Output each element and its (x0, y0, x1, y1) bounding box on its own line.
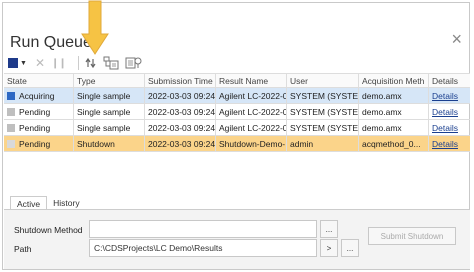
pointer-arrow-icon (80, 0, 110, 56)
type-cell: Shutdown (74, 136, 145, 151)
state-indicator-icon (7, 91, 15, 100)
state-text: Pending (19, 138, 51, 149)
column-header-state[interactable]: State (4, 74, 74, 87)
shutdown-method-label: Shutdown Method (14, 225, 83, 235)
user-cell: admin (287, 136, 359, 151)
details-link[interactable]: Details (432, 139, 458, 149)
shutdown-method-field[interactable] (89, 220, 317, 238)
acquisition-method-cell: demo.amx (359, 104, 429, 119)
state-cell: Acquiring (4, 88, 74, 103)
state-indicator-icon (7, 123, 15, 132)
column-header-user[interactable]: User (287, 74, 359, 87)
details-link[interactable]: Details (432, 123, 458, 133)
run-queue-grid: State Type Submission Time Result Name U… (4, 73, 470, 152)
state-indicator-icon (7, 139, 15, 148)
details-cell: Details (429, 104, 470, 119)
type-cell: Single sample (74, 120, 145, 135)
acquisition-method-cell: acqmethod_0... (359, 136, 429, 151)
path-next-button[interactable]: > (320, 239, 338, 257)
state-cell: Pending (4, 136, 74, 151)
user-cell: SYSTEM (SYSTEM) (287, 104, 359, 119)
details-link[interactable]: Details (432, 107, 458, 117)
acquisition-method-cell: demo.amx (359, 88, 429, 103)
details-cell: Details (429, 136, 470, 151)
path-browse-button[interactable]: ... (341, 239, 359, 257)
state-cell: Pending (4, 104, 74, 119)
table-row[interactable]: Acquiring Single sample 2022-03-03 09:24… (4, 88, 470, 104)
submit-shutdown-button[interactable]: Submit Shutdown (368, 227, 456, 245)
grid-header: State Type Submission Time Result Name U… (4, 73, 470, 88)
result-name-cell: Agilent LC-2022-0 (216, 120, 287, 135)
queue-structure-icon[interactable] (103, 55, 119, 71)
result-name-cell: Shutdown-Demo- (216, 136, 287, 151)
dropdown-caret-icon[interactable]: ▼ (20, 55, 27, 71)
table-row[interactable]: Pending Single sample 2022-03-03 09:24: … (4, 104, 470, 120)
details-cell: Details (429, 120, 470, 135)
toolbar-separator (77, 56, 79, 70)
details-cell: Details (429, 88, 470, 103)
move-up-icon[interactable] (85, 55, 97, 71)
toolbar: ▼ ✕ ❙❙ (8, 54, 149, 72)
state-indicator-icon (7, 107, 15, 116)
column-header-result-name[interactable]: Result Name (216, 74, 287, 87)
run-queue-settings-icon[interactable] (125, 55, 143, 71)
pause-icon[interactable]: ❙❙ (51, 55, 67, 71)
result-name-cell: Agilent LC-2022-0 (216, 104, 287, 119)
column-header-type[interactable]: Type (74, 74, 145, 87)
state-cell: Pending (4, 120, 74, 135)
submission-time-cell: 2022-03-03 09:24: (145, 136, 216, 151)
close-icon[interactable]: × (451, 30, 462, 48)
state-text: Pending (19, 106, 51, 117)
table-row[interactable]: Pending Single sample 2022-03-03 09:24: … (4, 120, 470, 136)
submission-time-cell: 2022-03-03 09:24: (145, 88, 216, 103)
state-text: Acquiring (19, 90, 55, 101)
user-cell: SYSTEM (SYSTEM) (287, 88, 359, 103)
path-field[interactable]: C:\CDSProjects\LC Demo\Results (89, 239, 317, 257)
path-label: Path (14, 244, 32, 254)
column-header-details[interactable]: Details (429, 74, 470, 87)
type-cell: Single sample (74, 88, 145, 103)
state-text: Pending (19, 122, 51, 133)
submission-time-cell: 2022-03-03 09:24: (145, 120, 216, 135)
stop-icon[interactable] (8, 58, 18, 68)
table-row[interactable]: Pending Shutdown 2022-03-03 09:24: Shutd… (4, 136, 470, 152)
tab-active[interactable]: Active (10, 196, 48, 210)
shutdown-method-browse-button[interactable]: ... (320, 220, 338, 238)
details-link[interactable]: Details (432, 91, 458, 101)
type-cell: Single sample (74, 104, 145, 119)
bottom-tabs: Active History (10, 196, 86, 210)
tab-history[interactable]: History (47, 196, 85, 210)
column-header-acquisition-method[interactable]: Acquisition Meth (359, 74, 429, 87)
user-cell: SYSTEM (SYSTEM) (287, 120, 359, 135)
column-header-submission-time[interactable]: Submission Time (145, 74, 216, 87)
result-name-cell: Agilent LC-2022-0 (216, 88, 287, 103)
submission-time-cell: 2022-03-03 09:24: (145, 104, 216, 119)
abort-icon[interactable]: ✕ (35, 55, 45, 71)
acquisition-method-cell: demo.amx (359, 120, 429, 135)
